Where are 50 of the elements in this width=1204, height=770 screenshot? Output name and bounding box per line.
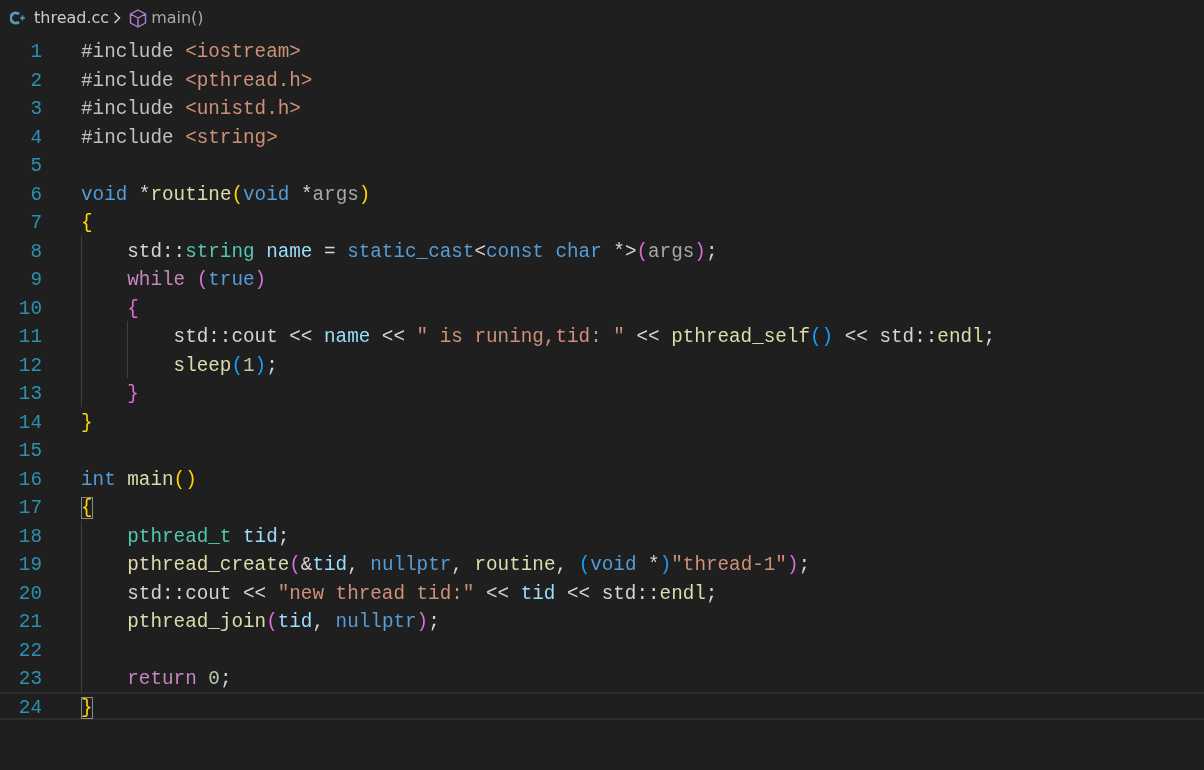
code-line: #include <unistd.h>: [81, 97, 301, 120]
breadcrumb-symbol[interactable]: main(): [151, 6, 204, 30]
line-number: 2: [29, 68, 42, 91]
code-line: #include <pthread.h>: [81, 68, 313, 91]
line-number: 11: [17, 325, 42, 348]
cpp-file-icon: [10, 11, 26, 25]
code-line: int main(): [81, 467, 197, 490]
line-number: 1: [29, 40, 42, 63]
code-line: while (true): [81, 266, 267, 291]
code-line: pthread_join(tid, nullptr);: [81, 608, 440, 633]
line-number: 9: [29, 268, 42, 291]
line-number: 12: [17, 353, 42, 376]
line-number: 8: [29, 239, 42, 262]
code-line: std::cout << name << " is runing,tid: " << pthread_self() << std::endl;: [81, 323, 996, 348]
line-number: 16: [17, 467, 42, 490]
line-number: 23: [17, 667, 42, 690]
line-number: 22: [17, 638, 42, 661]
line-number: 6: [29, 182, 42, 205]
line-number: 17: [17, 496, 42, 519]
code-line: {: [81, 294, 139, 319]
code-line: #include <string>: [81, 125, 278, 148]
line-number: 14: [17, 410, 42, 433]
line-number: 5: [29, 154, 42, 177]
code-line: pthread_t tid;: [81, 522, 290, 547]
line-number: 24: [17, 695, 42, 718]
code-line: pthread_create(&tid, nullptr, routine, (void *)"thread-1");: [81, 551, 811, 576]
line-number: 7: [29, 211, 42, 234]
code-line: }: [81, 695, 93, 718]
line-number: 21: [17, 610, 42, 633]
breadcrumb-file[interactable]: thread.cc: [34, 6, 110, 30]
code-line: void *routine(void *args): [81, 182, 371, 205]
line-number: 19: [17, 553, 42, 576]
code-line: }: [81, 410, 93, 433]
line-number: 13: [17, 382, 42, 405]
line-number: 18: [17, 524, 42, 547]
code-line: {: [81, 496, 93, 519]
chevron-right-icon: [113, 12, 122, 24]
code-line: }: [81, 380, 139, 405]
cube-icon: [129, 8, 148, 28]
line-number: 20: [17, 581, 42, 604]
line-number: 3: [29, 97, 42, 120]
code-line: std::cout << "new thread tid:" << tid << std::endl;: [81, 579, 718, 604]
line-number: 15: [17, 439, 42, 462]
line-number: 10: [17, 296, 42, 319]
code-line: sleep(1);: [81, 351, 278, 376]
code-line: {: [81, 211, 93, 234]
line-number: 4: [29, 125, 42, 148]
code-line: std::string name = static_cast<const char *>(args);: [81, 237, 718, 262]
code-line: #include <iostream>: [81, 40, 301, 63]
code-line: return 0;: [81, 665, 232, 690]
